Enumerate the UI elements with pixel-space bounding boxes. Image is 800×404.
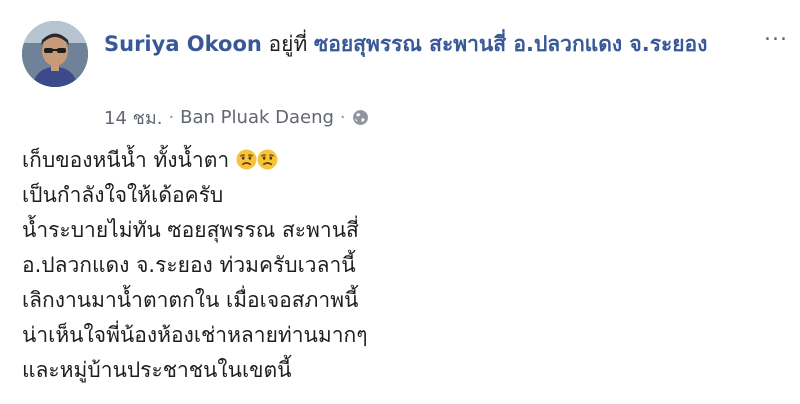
- post-line-text: เก็บของหนีน้ำ ทั้งน้ำตา: [22, 148, 230, 172]
- post-line-7: และหมู่บ้านประชาชนในเขตนี้: [22, 358, 292, 382]
- facebook-post: Suriya Okoon อยู่ที่ ซอยสุพรรณ สะพานสี่ …: [0, 0, 800, 404]
- more-options-icon: ...: [764, 21, 788, 46]
- meta-separator: ·: [168, 107, 175, 128]
- post-header: Suriya Okoon อยู่ที่ ซอยสุพรรณ สะพานสี่ …: [104, 26, 744, 62]
- post-line-4: อ.ปลวกแดง จ.ระยอง ท่วมครับเวลานี้: [22, 253, 356, 277]
- globe-icon[interactable]: [352, 109, 369, 126]
- post-line-1: เก็บของหนีน้ำ ทั้งน้ำตา: [22, 143, 762, 178]
- location-prefix: อยู่ที่: [261, 32, 314, 56]
- post-meta: 14 ชม. · Ban Pluak Daeng ·: [104, 103, 369, 132]
- post-line-6: น่าเห็นใจพี่น้องห้องเช่าหลายท่านมากๆ: [22, 323, 368, 347]
- post-line-3: น้ำระบายไม่ทัน ซอยสุพรรณ สะพานสี่: [22, 218, 359, 242]
- post-line-2: เป็นกำลังใจให้เด้อครับ: [22, 183, 224, 207]
- post-timestamp[interactable]: 14 ชม.: [104, 103, 162, 132]
- sad-face-icon: [257, 146, 278, 170]
- author-avatar[interactable]: [22, 21, 88, 87]
- author-name-link[interactable]: Suriya Okoon: [104, 32, 262, 56]
- location-link[interactable]: ซอยสุพรรณ สะพานสี่ อ.ปลวกแดง จ.ระยอง: [314, 32, 707, 56]
- more-options-button[interactable]: ...: [764, 23, 787, 48]
- meta-separator: ·: [339, 107, 346, 128]
- sad-face-icon: [236, 146, 257, 170]
- post-body: เก็บของหนีน้ำ ทั้งน้ำตา เป็นกำลังใจให้เด…: [22, 143, 762, 388]
- avatar-image: [22, 21, 88, 87]
- place-link[interactable]: Ban Pluak Daeng: [180, 107, 334, 128]
- post-line-5: เลิกงานมาน้ำตาตกใน เมื่อเจอสภาพนี้: [22, 288, 359, 312]
